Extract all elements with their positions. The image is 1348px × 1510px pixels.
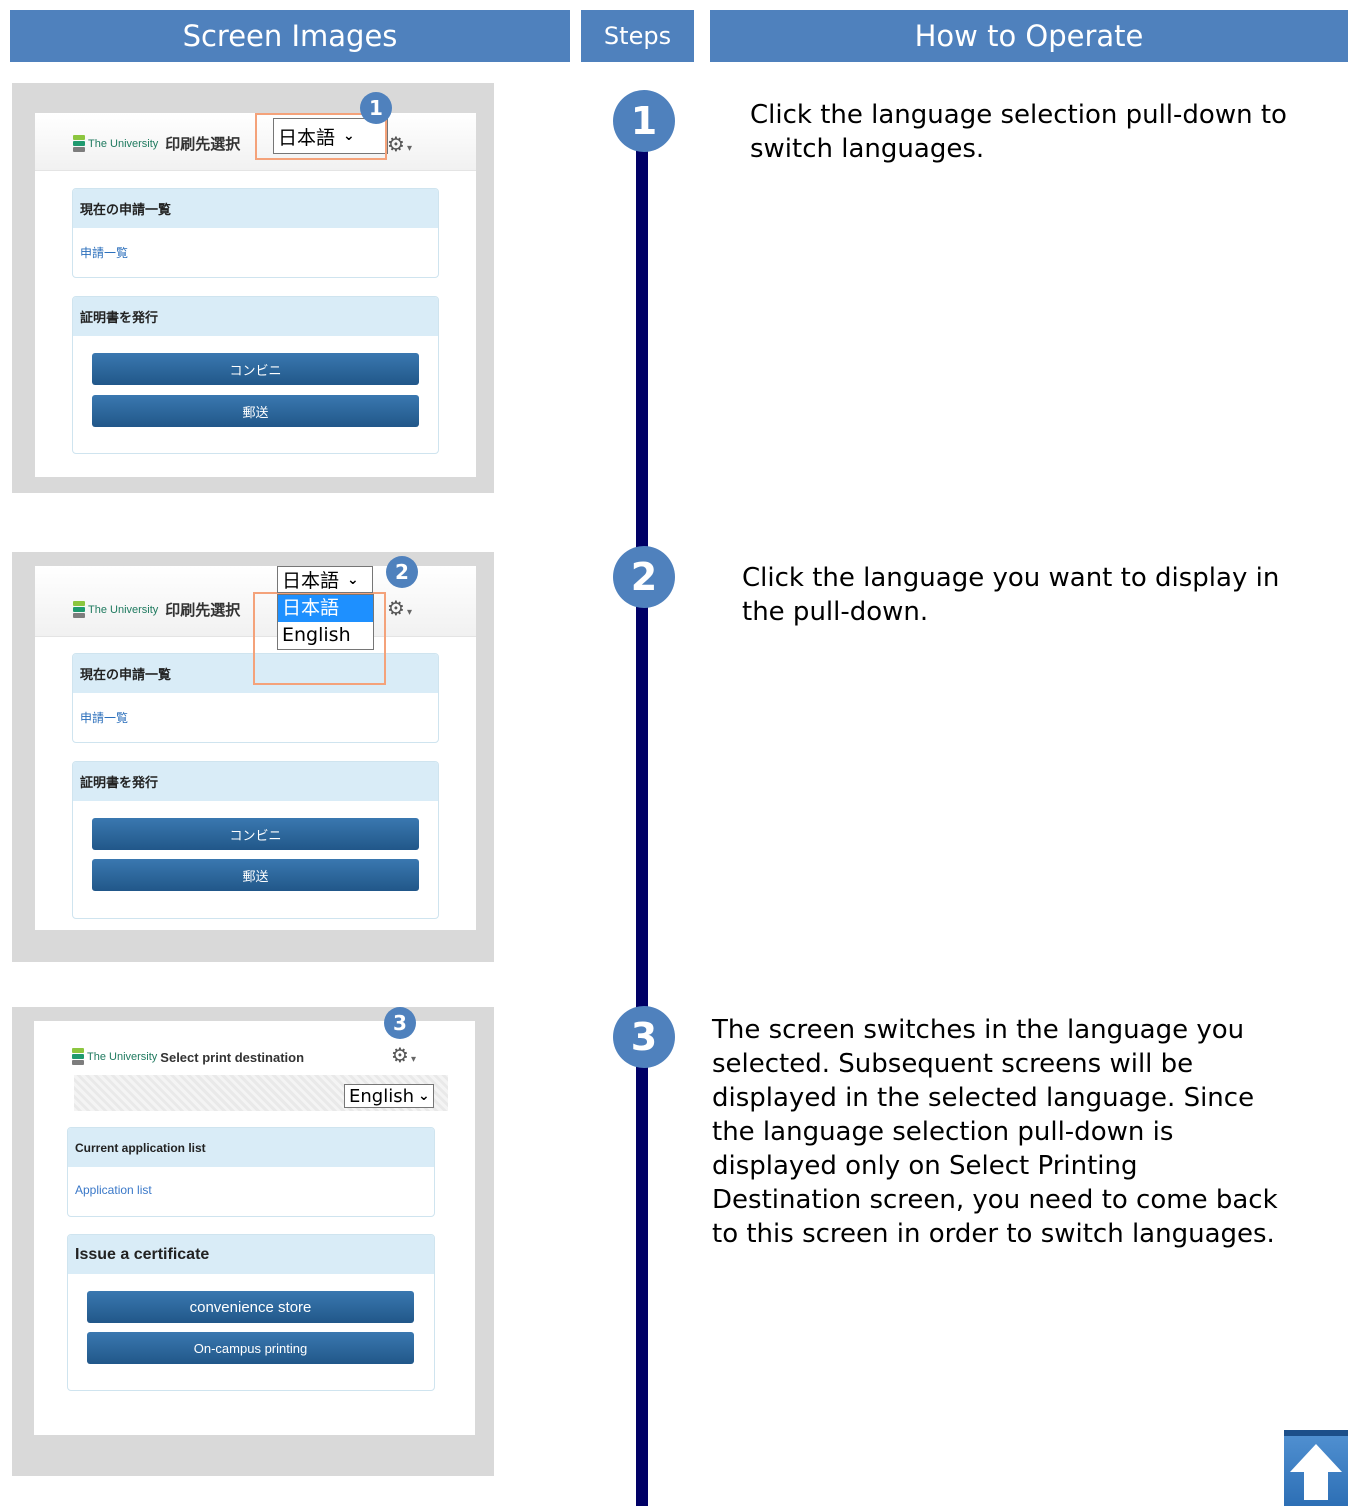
logo-text: The University [88, 137, 159, 150]
convenience-button[interactable]: コンビニ [92, 818, 419, 850]
step-badge-2: 2 [386, 556, 418, 588]
arrow-up-icon [1290, 1444, 1342, 1500]
application-list-link[interactable]: Application list [68, 1167, 434, 1197]
university-logo-icon [72, 1048, 84, 1066]
issue-certificate-card: Issue a certificate convenience store On… [67, 1234, 435, 1391]
page-title: 印刷先選択 [165, 136, 241, 153]
step-description-1: Click the language selection pull-down t… [750, 100, 1287, 164]
card-header: 証明書を発行 [73, 762, 438, 801]
header-screen-images: Screen Images [10, 10, 570, 62]
convenience-store-button[interactable]: convenience store [87, 1291, 414, 1323]
mock-screen-en: The University Select print destination … [34, 1021, 475, 1435]
university-logo: The University Select print destination [72, 1048, 304, 1066]
current-applications-card: Current application list Application lis… [67, 1127, 435, 1217]
convenience-button[interactable]: コンビニ [92, 353, 419, 385]
step-badge-3: 3 [384, 1007, 416, 1039]
language-select[interactable]: English ⌄ [344, 1084, 434, 1108]
chevron-down-icon: ⌄ [418, 1088, 430, 1104]
logo-text: The University [88, 603, 159, 616]
language-select-value: English [349, 1085, 414, 1107]
steps-timeline [636, 150, 648, 1506]
language-option-english[interactable]: English [278, 622, 373, 649]
step-circle-1: 1 [613, 90, 675, 152]
logo-text: The University [87, 1051, 158, 1063]
step-circle-2: 2 [613, 546, 675, 608]
mail-button[interactable]: 郵送 [92, 395, 419, 427]
chevron-down-icon: ⌄ [347, 571, 359, 588]
header-how-to-operate-label: How to Operate [914, 19, 1144, 53]
language-select[interactable]: 日本語 ⌄ [277, 566, 373, 593]
current-applications-card: 現在の申請一覧 申請一覧 [72, 188, 439, 278]
screen-image-2: The University 印刷先選択 ⚙ ▾ 現在の申請一覧 申請一覧 証明書… [12, 552, 494, 962]
language-select-value: 日本語 [282, 570, 340, 592]
card-header: 現在の申請一覧 [73, 189, 438, 228]
page-title: 印刷先選択 [165, 602, 241, 619]
card-header: Current application list [68, 1128, 434, 1167]
header-steps: Steps [581, 10, 694, 62]
step-circle-3: 3 [613, 1006, 675, 1068]
header-how-to-operate: How to Operate [710, 10, 1348, 62]
application-list-link[interactable]: 申請一覧 [73, 693, 438, 726]
issue-certificate-card: 証明書を発行 コンビニ 郵送 [72, 761, 439, 919]
header-screen-images-label: Screen Images [182, 19, 398, 53]
language-option-japanese[interactable]: 日本語 [278, 595, 373, 622]
page-title: Select print destination [160, 1049, 305, 1065]
mail-button[interactable]: 郵送 [92, 859, 419, 891]
header-steps-label: Steps [603, 22, 672, 50]
gear-icon[interactable]: ⚙ ▾ [391, 1045, 416, 1070]
university-logo: The University 印刷先選択 [73, 133, 240, 154]
screen-image-3: The University Select print destination … [12, 1007, 494, 1476]
university-logo-icon [73, 134, 85, 153]
language-dropdown-list: 日本語 English [277, 594, 374, 650]
step-description-2: Click the language you want to display i… [742, 563, 1280, 627]
screen-image-1: The University 印刷先選択 ⚙ ▾ 現在の申請一覧 申請一覧 証明書… [12, 83, 494, 493]
gear-icon[interactable]: ⚙ ▾ [387, 598, 412, 623]
application-list-link[interactable]: 申請一覧 [73, 228, 438, 261]
back-to-top-button[interactable] [1284, 1430, 1348, 1506]
step-description-3: The screen switches in the language you … [712, 1015, 1278, 1249]
card-header: Issue a certificate [68, 1235, 434, 1274]
card-header: 証明書を発行 [73, 297, 438, 336]
on-campus-printing-button[interactable]: On-campus printing [87, 1332, 414, 1364]
gear-icon[interactable]: ⚙ ▾ [387, 134, 412, 159]
university-logo-icon [73, 600, 85, 619]
step-badge-1: 1 [360, 92, 392, 124]
mock-screen-jp-1: The University 印刷先選択 ⚙ ▾ 現在の申請一覧 申請一覧 証明書… [35, 113, 476, 477]
university-logo: The University 印刷先選択 [73, 599, 240, 620]
issue-certificate-card: 証明書を発行 コンビニ 郵送 [72, 296, 439, 454]
